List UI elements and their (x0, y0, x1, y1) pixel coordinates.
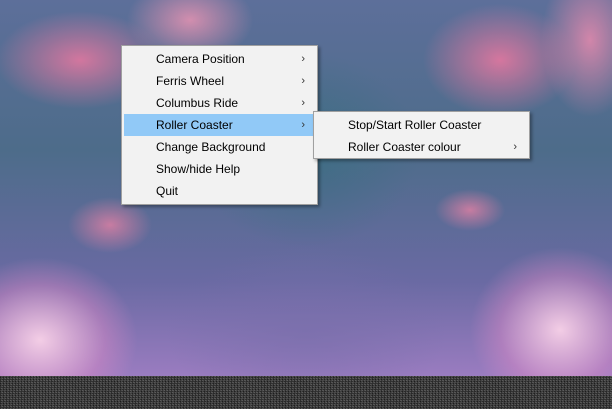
menu-item-label: Stop/Start Roller Coaster (348, 118, 482, 132)
submenu-arrow-icon: › (301, 53, 305, 65)
menu-item-change-background[interactable]: Change Background (124, 136, 315, 158)
menu-item-quit[interactable]: Quit (124, 180, 315, 202)
menu-item-stop-start-roller-coaster[interactable]: Stop/Start Roller Coaster (316, 114, 527, 136)
menu-item-ferris-wheel[interactable]: Ferris Wheel › (124, 70, 315, 92)
menu-item-label: Change Background (156, 140, 266, 154)
menu-item-roller-coaster[interactable]: Roller Coaster › (124, 114, 315, 136)
menu-item-label: Quit (156, 184, 179, 198)
menu-item-label: Columbus Ride (156, 96, 239, 110)
menu-item-camera-position[interactable]: Camera Position › (124, 48, 315, 70)
roller-coaster-submenu: Stop/Start Roller Coaster Roller Coaster… (313, 111, 530, 159)
submenu-arrow-icon: › (301, 75, 305, 87)
submenu-arrow-icon: › (513, 141, 517, 153)
menu-item-label: Camera Position (156, 52, 245, 66)
submenu-arrow-icon: › (301, 97, 305, 109)
menu-item-label: Show/hide Help (156, 162, 241, 176)
ground-texture (0, 376, 612, 409)
menu-item-roller-coaster-colour[interactable]: Roller Coaster colour › (316, 136, 527, 158)
menu-item-show-hide-help[interactable]: Show/hide Help (124, 158, 315, 180)
context-menu: Camera Position › Ferris Wheel › Columbu… (121, 45, 318, 205)
menu-item-label: Roller Coaster (156, 118, 233, 132)
menu-item-columbus-ride[interactable]: Columbus Ride › (124, 92, 315, 114)
scene-viewport[interactable]: Camera Position › Ferris Wheel › Columbu… (0, 0, 612, 409)
menu-item-label: Ferris Wheel (156, 74, 225, 88)
menu-item-label: Roller Coaster colour (348, 140, 461, 154)
submenu-arrow-icon: › (301, 119, 305, 131)
